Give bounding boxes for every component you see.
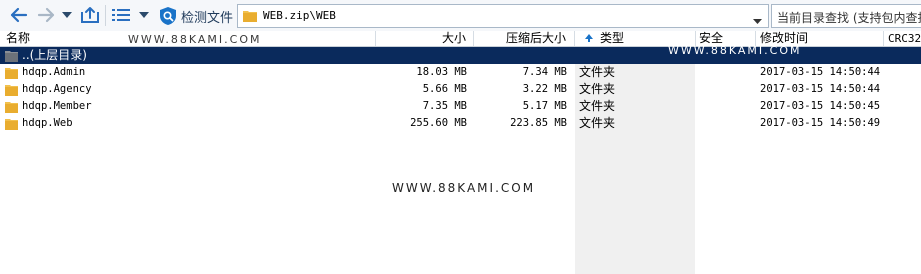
- file-compressed-size: 5.17 MB: [522, 100, 567, 112]
- file-type: 文件夹: [579, 82, 616, 96]
- file-row[interactable]: hdqp.Member 7.35 MB 5.17 MB 文件夹 2017-03-…: [0, 98, 921, 115]
- column-compressed-size[interactable]: 压缩后大小: [474, 31, 566, 46]
- file-compressed-size: 7.34 MB: [522, 66, 567, 78]
- search-input[interactable]: 当前目录查找 (支持包内查找): [771, 4, 921, 28]
- forward-arrow-icon[interactable]: [35, 4, 57, 26]
- check-file-label: 检测文件: [181, 10, 234, 26]
- file-modified: 2017-03-15 14:50:44: [760, 66, 881, 78]
- folder-icon: [5, 66, 18, 82]
- parent-directory-label: ..(上层目录): [22, 48, 87, 62]
- column-divider[interactable]: [574, 31, 575, 46]
- shield-icon: [160, 7, 176, 25]
- back-arrow-icon[interactable]: [8, 4, 30, 26]
- parent-folder-icon: [5, 49, 18, 65]
- watermark: WWW.88KAMI.COM: [392, 181, 536, 195]
- up-folder-icon[interactable]: [79, 4, 101, 26]
- path-bar[interactable]: WEB.zip\WEB: [237, 4, 769, 28]
- file-compressed-size: 223.85 MB: [510, 117, 567, 129]
- folder-icon: [5, 83, 18, 99]
- file-size: 5.66 MB: [422, 83, 467, 95]
- folder-icon: [243, 9, 257, 25]
- view-dropdown-icon[interactable]: [138, 4, 150, 26]
- file-name: hdqp.Agency: [22, 83, 92, 95]
- file-row[interactable]: hdqp.Web 255.60 MB 223.85 MB 文件夹 2017-03…: [0, 115, 921, 132]
- view-list-icon[interactable]: [111, 4, 131, 26]
- file-size: 255.60 MB: [410, 117, 467, 129]
- path-text: WEB.zip\WEB: [263, 9, 336, 22]
- search-placeholder: 当前目录查找 (支持包内查找): [777, 11, 921, 25]
- file-name: hdqp.Member: [22, 100, 92, 112]
- toolbar: 检测文件 WEB.zip\WEB 当前目录查找 (支持包内查找): [0, 0, 921, 32]
- sort-up-icon: [585, 31, 593, 46]
- file-compressed-size: 3.22 MB: [522, 83, 567, 95]
- check-file-button[interactable]: 检测文件: [159, 5, 233, 27]
- column-type[interactable]: 类型: [600, 31, 624, 46]
- watermark: WWW.88KAMI.COM: [668, 44, 802, 57]
- folder-icon: [5, 100, 18, 116]
- history-dropdown-icon[interactable]: [61, 4, 73, 26]
- watermark: WWW.88KAMI.COM: [128, 33, 262, 46]
- file-row[interactable]: hdqp.Agency 5.66 MB 3.22 MB 文件夹 2017-03-…: [0, 81, 921, 98]
- file-name: hdqp.Admin: [22, 66, 86, 78]
- file-type: 文件夹: [579, 65, 616, 79]
- file-type: 文件夹: [579, 99, 616, 113]
- file-modified: 2017-03-15 14:50:44: [760, 83, 881, 95]
- path-dropdown-icon[interactable]: [753, 13, 762, 27]
- column-crc32[interactable]: CRC32: [888, 31, 921, 46]
- column-divider[interactable]: [883, 31, 884, 46]
- file-size: 7.35 MB: [422, 100, 467, 112]
- column-name[interactable]: 名称: [6, 31, 30, 46]
- folder-icon: [5, 117, 18, 133]
- file-type: 文件夹: [579, 116, 616, 130]
- file-row[interactable]: hdqp.Admin 18.03 MB 7.34 MB 文件夹 2017-03-…: [0, 64, 921, 81]
- file-modified: 2017-03-15 14:50:49: [760, 117, 881, 129]
- file-name: hdqp.Web: [22, 117, 73, 129]
- column-size[interactable]: 大小: [376, 31, 466, 46]
- file-size: 18.03 MB: [416, 66, 467, 78]
- toolbar-separator: [105, 5, 106, 26]
- file-modified: 2017-03-15 14:50:45: [760, 100, 881, 112]
